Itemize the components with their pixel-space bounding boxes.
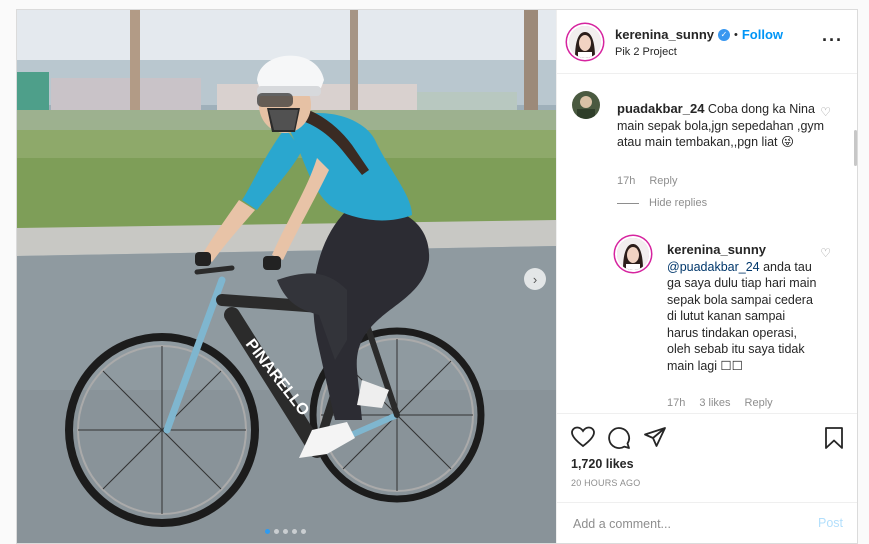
heart-outline-icon[interactable]: ♡ [820,246,831,260]
commenter-avatar[interactable] [572,91,600,119]
likes-count[interactable]: 1,720 likes [571,457,634,471]
more-horizontal-icon[interactable]: ··· [822,30,843,51]
verified-badge-icon: ✓ [718,28,730,41]
reply-meta: 17h 3 likes Reply [667,397,773,409]
post-location[interactable]: Pik 2 Project [615,46,677,58]
next-image-button[interactable]: › [524,268,546,290]
reply-username[interactable]: kerenina_sunny [667,242,766,257]
comment-time[interactable]: 17h [617,175,635,187]
reply-reply-button[interactable]: Reply [745,397,773,409]
comment-username[interactable]: puadakbar_24 [617,101,704,116]
comment-input[interactable] [571,513,795,535]
cyclist-photo: PINARELLO [17,10,556,543]
reply-avatar[interactable] [617,238,649,270]
bookmark-icon[interactable] [823,426,845,455]
reply-body: anda tau ga saya dulu tiap hari main sep… [667,259,817,373]
comment-text-block: puadakbar_24 Coba dong ka Nina main sepa… [617,101,832,151]
post-sidebar: kerenina_sunny ✓ • Follow Pik 2 Project … [556,10,857,543]
comments-list[interactable]: puadakbar_24 Coba dong ka Nina main sepa… [557,75,857,413]
comment-meta: 17h Reply [617,175,677,187]
reply-time[interactable]: 17h [667,397,685,409]
hide-replies-label: Hide replies [649,197,708,209]
carousel-dot [283,529,288,534]
share-icon[interactable] [643,426,667,455]
carousel-indicator [265,529,306,534]
action-bar [557,413,857,463]
reply-likes[interactable]: 3 likes [699,397,730,409]
hide-replies-toggle[interactable]: Hide replies [617,197,707,209]
carousel-dot [265,529,270,534]
comment-icon[interactable] [607,426,631,455]
comment-reply-button[interactable]: Reply [649,175,677,187]
carousel-dot [292,529,297,534]
heart-icon[interactable] [571,426,595,453]
post-card: PINARELLO › kerenina_sunny ✓ • Follow Pi… [16,9,858,544]
comments-scrollbar[interactable] [854,130,857,166]
post-image[interactable]: PINARELLO › [17,10,556,543]
follow-button[interactable]: Follow [742,27,783,42]
post-time[interactable]: 20 HOURS AGO [571,478,640,488]
chevron-right-icon: › [532,271,538,287]
author-username[interactable]: kerenina_sunny [615,27,714,42]
post-header: kerenina_sunny ✓ • Follow Pik 2 Project … [557,10,857,74]
heart-outline-icon[interactable]: ♡ [820,105,831,119]
add-comment-bar: Post [557,502,857,543]
author-avatar[interactable] [569,26,601,58]
reply-mention[interactable]: @puadakbar_24 [667,260,760,274]
separator-bullet: • [734,28,738,41]
reply-text-block: kerenina_sunny @puadakbar_24 anda tau ga… [667,242,817,374]
carousel-dot [301,529,306,534]
divider-line [617,202,639,204]
author-line: kerenina_sunny ✓ • Follow [615,27,783,42]
post-comment-button[interactable]: Post [818,516,843,530]
carousel-dot [274,529,279,534]
